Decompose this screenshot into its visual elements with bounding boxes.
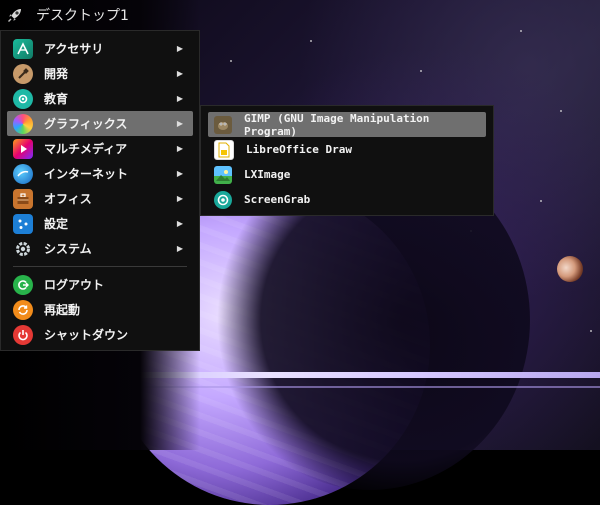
lximage-icon <box>214 165 232 184</box>
graphics-submenu: GIMP (GNU Image Manipulation Program) Li… <box>200 105 494 216</box>
menu-item-label: 開発 <box>44 67 69 81</box>
graphics-icon <box>13 113 33 134</box>
menu-item-label: オフィス <box>44 192 92 206</box>
menu-item-shutdown[interactable]: シャットダウン <box>7 322 193 347</box>
office-icon <box>13 188 33 209</box>
menu-item-label: システム <box>44 242 92 256</box>
libreoffice-draw-icon <box>214 139 234 160</box>
submenu-arrow-icon: ▶ <box>176 144 183 153</box>
menu-item-label: シャットダウン <box>44 328 129 342</box>
internet-icon <box>13 163 33 184</box>
shutdown-icon <box>13 324 33 345</box>
menu-item-settings[interactable]: 設定 ▶ <box>7 211 193 236</box>
menu-item-internet[interactable]: インターネット ▶ <box>7 161 193 186</box>
menu-item-label: マルチメディア <box>44 142 128 156</box>
menu-item-graphics[interactable]: グラフィックス ▶ <box>7 111 193 136</box>
menu-separator <box>13 266 187 267</box>
desktop-name: デスクトップ1 <box>36 8 129 24</box>
submenu-item-label: LibreOffice Draw <box>246 143 352 156</box>
menu-item-education[interactable]: 教育 ▶ <box>7 86 193 111</box>
menu-item-label: 教育 <box>44 92 69 106</box>
menu-item-label: グラフィックス <box>44 117 128 131</box>
gimp-icon <box>214 115 232 134</box>
submenu-arrow-icon: ▶ <box>176 194 183 203</box>
screengrab-icon <box>214 190 232 209</box>
menu-item-multimedia[interactable]: マルチメディア ▶ <box>7 136 193 161</box>
submenu-item-libreoffice-draw[interactable]: LibreOffice Draw <box>208 137 486 162</box>
submenu-item-label: LXImage <box>244 168 291 181</box>
menu-item-office[interactable]: オフィス ▶ <box>7 186 193 211</box>
rocket-icon[interactable] <box>6 6 24 24</box>
education-icon <box>13 88 33 109</box>
submenu-item-label: ScreenGrab <box>244 193 311 206</box>
menu-item-accessories[interactable]: アクセサリ ▶ <box>7 36 193 61</box>
submenu-item-lximage[interactable]: LXImage <box>208 162 486 187</box>
settings-icon <box>13 213 33 234</box>
submenu-arrow-icon: ▶ <box>176 69 183 78</box>
submenu-arrow-icon: ▶ <box>176 244 183 253</box>
submenu-arrow-icon: ▶ <box>176 169 183 178</box>
logout-icon <box>13 274 33 295</box>
submenu-arrow-icon: ▶ <box>176 219 183 228</box>
menu-item-label: アクセサリ <box>44 42 104 56</box>
submenu-item-screengrab[interactable]: ScreenGrab <box>208 187 486 212</box>
menu-item-system[interactable]: システム ▶ <box>7 236 193 261</box>
menu-item-logout[interactable]: ログアウト <box>7 272 193 297</box>
multimedia-icon <box>13 138 33 159</box>
menu-item-development[interactable]: 開発 ▶ <box>7 61 193 86</box>
submenu-arrow-icon: ▶ <box>176 119 183 128</box>
submenu-arrow-icon: ▶ <box>176 94 183 103</box>
application-menu: アクセサリ ▶ 開発 ▶ 教育 ▶ グラフィックス ▶ マルチメディア ▶ イン… <box>0 30 200 351</box>
submenu-item-label: GIMP (GNU Image Manipulation Program) <box>244 111 430 138</box>
menu-item-label: 設定 <box>44 217 69 231</box>
development-icon <box>13 63 33 84</box>
menu-item-reboot[interactable]: 再起動 <box>7 297 193 322</box>
top-panel: デスクトップ1 <box>0 0 600 30</box>
reboot-icon <box>13 299 33 320</box>
menu-item-label: 再起動 <box>44 303 81 317</box>
accessories-icon <box>13 38 33 59</box>
submenu-arrow-icon: ▶ <box>176 44 183 53</box>
menu-item-label: ログアウト <box>44 278 105 292</box>
system-icon <box>13 239 33 259</box>
moon-illustration <box>557 256 583 282</box>
menu-item-label: インターネット <box>44 167 129 181</box>
submenu-item-gimp[interactable]: GIMP (GNU Image Manipulation Program) <box>208 111 486 138</box>
